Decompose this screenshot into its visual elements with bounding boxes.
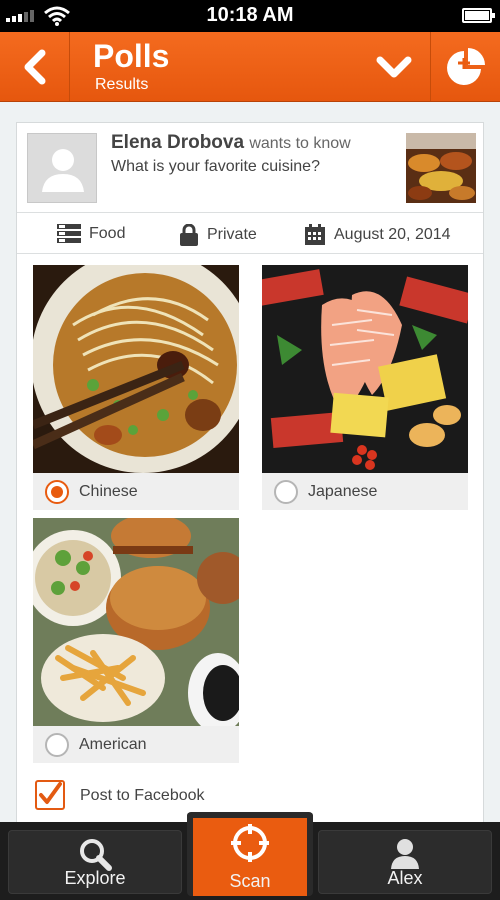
author-verb: wants to know	[249, 135, 351, 152]
back-button[interactable]	[0, 32, 70, 101]
option-footer: American	[33, 726, 239, 763]
status-bar: 10:18 AM	[0, 0, 500, 32]
category-icon	[57, 224, 81, 243]
option-radio[interactable]	[274, 480, 298, 504]
pie-chart-icon	[446, 47, 485, 85]
app-header: Polls Results	[0, 32, 500, 102]
avatar[interactable]	[27, 133, 97, 203]
chevron-down-icon	[376, 56, 412, 77]
crosshair-icon	[231, 824, 269, 862]
poll-option-american[interactable]: American	[33, 518, 239, 763]
poll-author-line: Elena Drobova wants to know	[111, 132, 351, 154]
facebook-checkbox[interactable]	[35, 780, 65, 810]
poll-option-japanese[interactable]: Japanese	[262, 265, 468, 510]
person-placeholder-icon	[42, 149, 84, 192]
chart-button[interactable]	[430, 32, 500, 101]
option-label: Chinese	[79, 483, 138, 500]
person-icon	[391, 839, 419, 869]
calendar-icon	[305, 224, 325, 245]
poll-header: Elena Drobova wants to know What is your…	[17, 123, 483, 213]
tab-label: Scan	[229, 871, 271, 891]
poll-card: Elena Drobova wants to know What is your…	[16, 122, 484, 842]
option-label: Japanese	[308, 483, 378, 500]
option-footer: Chinese	[33, 473, 239, 510]
author-name[interactable]: Elena Drobova	[111, 132, 244, 153]
tab-alex[interactable]: Alex	[318, 830, 492, 894]
tab-scan[interactable]: Scan	[187, 812, 313, 896]
search-icon	[80, 839, 112, 871]
option-photo	[33, 265, 239, 473]
tab-label: Explore	[64, 868, 126, 888]
date-meta: August 20, 2014	[304, 224, 451, 246]
dropdown-button[interactable]	[360, 32, 428, 101]
privacy-meta: Private	[179, 224, 257, 246]
option-photo	[33, 518, 239, 726]
lock-icon	[180, 224, 198, 246]
page-subtitle: Results	[95, 76, 149, 93]
status-time: 10:18 AM	[206, 4, 294, 26]
tab-bar: Explore Scan Alex	[0, 812, 500, 900]
option-radio[interactable]	[45, 480, 69, 504]
option-label: American	[79, 736, 147, 753]
date-label: August 20, 2014	[334, 226, 451, 243]
option-photo	[262, 265, 468, 473]
privacy-label: Private	[207, 226, 257, 243]
facebook-label: Post to Facebook	[80, 787, 205, 804]
poll-option-chinese[interactable]: Chinese	[33, 265, 239, 510]
checkmark-icon	[39, 782, 62, 804]
poll-question: What is your favorite cuisine?	[111, 158, 320, 175]
category-meta: Food	[57, 224, 125, 244]
category-label: Food	[89, 225, 126, 242]
chevron-left-icon	[24, 49, 45, 84]
poll-thumbnail	[406, 133, 476, 203]
tab-explore[interactable]: Explore	[8, 830, 182, 894]
option-footer: Japanese	[262, 473, 468, 510]
page-title: Polls	[93, 38, 170, 74]
tab-label: Alex	[387, 868, 423, 888]
battery-icon	[462, 8, 495, 23]
poll-meta: Food Private August 20, 2014	[17, 214, 483, 254]
option-radio[interactable]	[45, 733, 69, 757]
